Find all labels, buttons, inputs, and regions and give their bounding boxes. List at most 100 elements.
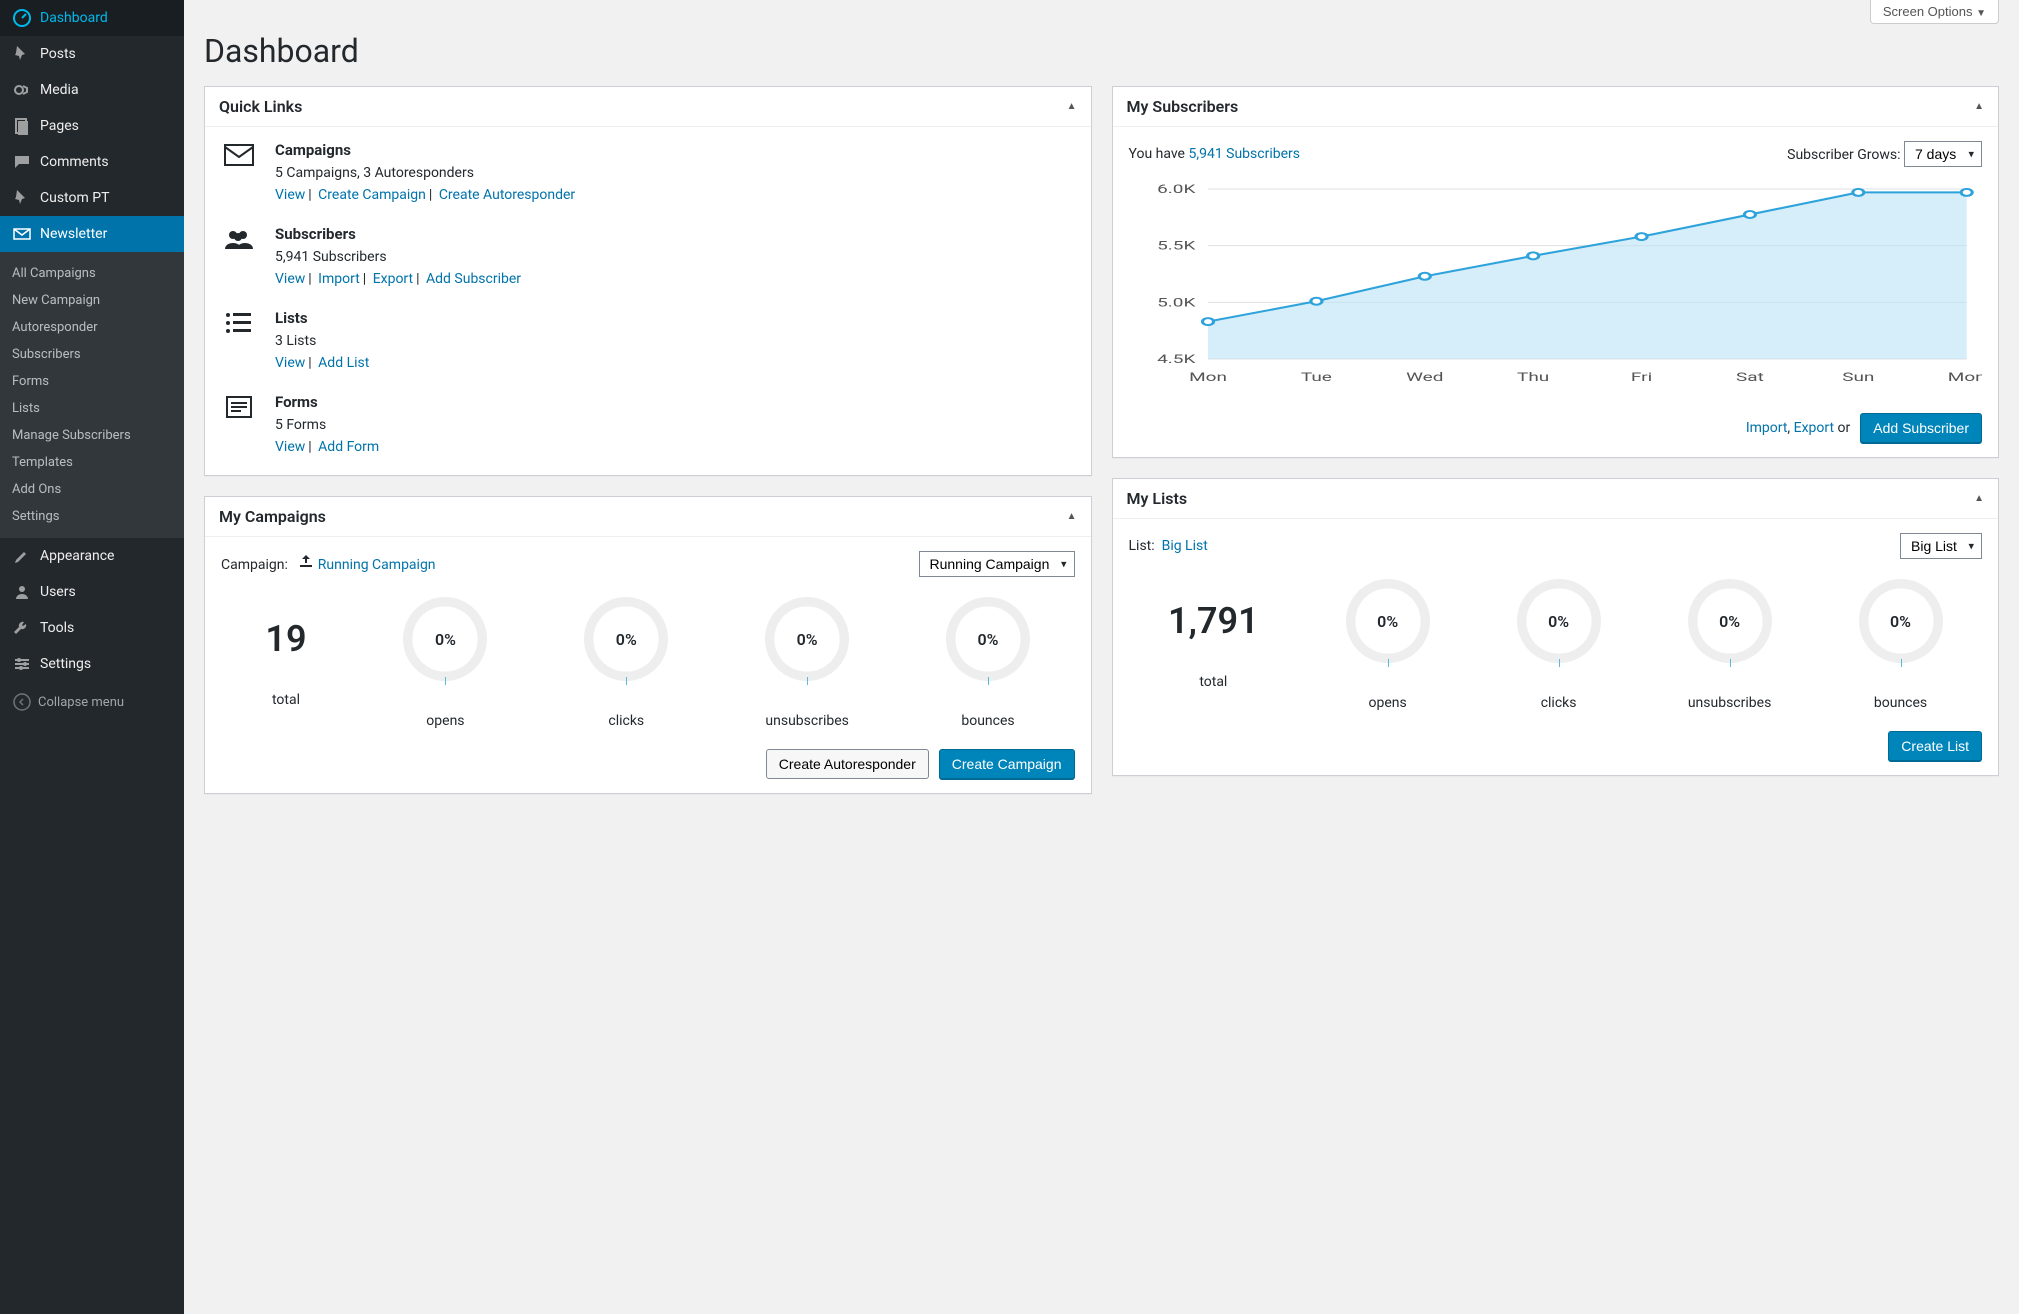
ql-subscribers-view-link[interactable]: View	[275, 271, 305, 287]
you-have-text: You have	[1129, 146, 1189, 162]
sidebar-item-settings[interactable]: Settings	[0, 646, 184, 682]
sidebar-item-tools[interactable]: Tools	[0, 610, 184, 646]
ql-forms-subtitle: 5 Forms	[275, 417, 1075, 433]
ql-subscribers-subtitle: 5,941 Subscribers	[275, 249, 1075, 265]
my-subscribers-header[interactable]: My Subscribers ▲	[1113, 87, 1999, 127]
my-subscribers-box: My Subscribers ▲ You have 5,941 Subscrib…	[1112, 86, 2000, 458]
sidebar-item-label: Tools	[40, 620, 74, 636]
current-list-link[interactable]: Big List	[1162, 538, 1208, 554]
upload-icon	[298, 557, 314, 573]
chevron-up-icon: ▲	[1974, 101, 1984, 112]
svg-text:Sat: Sat	[1736, 370, 1764, 384]
sidebar-item-label: Pages	[40, 118, 79, 134]
list-bounces-label: bounces	[1859, 695, 1943, 711]
export-link[interactable]: Export	[1794, 420, 1834, 436]
sliders-icon	[12, 654, 32, 674]
sidebar-sub-subscribers[interactable]: Subscribers	[0, 341, 184, 368]
svg-text:Sun: Sun	[1842, 370, 1874, 384]
sidebar-item-label: Appearance	[40, 548, 114, 564]
ql-export-link[interactable]: Export	[373, 271, 413, 287]
or-text: or	[1834, 420, 1850, 436]
opens-value: 0%	[435, 630, 456, 649]
my-campaigns-title: My Campaigns	[219, 507, 326, 526]
ql-forms-view-link[interactable]: View	[275, 439, 305, 455]
ql-lists: Lists 3 Lists View| Add List	[221, 309, 1075, 371]
create-campaign-button[interactable]: Create Campaign	[939, 749, 1075, 779]
create-list-button[interactable]: Create List	[1888, 731, 1982, 761]
sidebar-item-label: Newsletter	[40, 226, 107, 242]
campaign-select[interactable]: Running Campaign	[919, 551, 1075, 577]
sidebar-item-newsletter[interactable]: Newsletter	[0, 216, 184, 252]
list-bounces-gauge: 0%	[1859, 579, 1943, 663]
sidebar-item-appearance[interactable]: Appearance	[0, 538, 184, 574]
sidebar-sub-forms[interactable]: Forms	[0, 368, 184, 395]
screen-options-button[interactable]: Screen Options ▼	[1870, 0, 1999, 24]
sidebar-sub-new-campaign[interactable]: New Campaign	[0, 287, 184, 314]
unsub-label: unsubscribes	[765, 713, 849, 729]
my-lists-box: My Lists ▲ List: Big List Big List 1,791…	[1112, 478, 2000, 776]
import-link[interactable]: Import	[1746, 420, 1788, 436]
ql-create-autoresponder-link[interactable]: Create Autoresponder	[439, 187, 575, 203]
sidebar-item-label: Custom PT	[40, 190, 109, 206]
collapse-icon	[12, 692, 32, 712]
pin-icon	[12, 44, 32, 64]
sidebar-submenu: All Campaigns New Campaign Autoresponder…	[0, 252, 184, 538]
list-total-label: total	[1168, 674, 1259, 690]
comment-icon	[12, 152, 32, 172]
sidebar-item-label: Users	[40, 584, 76, 600]
add-subscriber-button[interactable]: Add Subscriber	[1860, 413, 1982, 443]
unsub-gauge: 0%	[765, 597, 849, 681]
sidebar-sub-all-campaigns[interactable]: All Campaigns	[0, 260, 184, 287]
envelope-icon	[221, 141, 257, 177]
form-icon	[221, 393, 257, 429]
my-campaigns-header[interactable]: My Campaigns ▲	[205, 497, 1091, 537]
sidebar-item-label: Posts	[40, 46, 76, 62]
svg-text:Thu: Thu	[1517, 370, 1549, 384]
ql-import-link[interactable]: Import	[318, 271, 360, 287]
collapse-menu-button[interactable]: Collapse menu	[0, 682, 184, 722]
ql-add-form-link[interactable]: Add Form	[318, 439, 379, 455]
sidebar-item-users[interactable]: Users	[0, 574, 184, 610]
subscriber-count-link[interactable]: 5,941 Subscribers	[1188, 146, 1300, 162]
ql-add-list-link[interactable]: Add List	[318, 355, 369, 371]
ql-create-campaign-link[interactable]: Create Campaign	[318, 187, 426, 203]
sidebar-item-custom-pt[interactable]: Custom PT	[0, 180, 184, 216]
sidebar-item-posts[interactable]: Posts	[0, 36, 184, 72]
quick-links-header[interactable]: Quick Links ▲	[205, 87, 1091, 127]
sidebar-sub-autoresponder[interactable]: Autoresponder	[0, 314, 184, 341]
svg-text:5.0K: 5.0K	[1157, 295, 1195, 309]
current-campaign-link[interactable]: Running Campaign	[318, 557, 436, 573]
list-bounces-value: 0%	[1890, 612, 1911, 631]
list-unsub-gauge: 0%	[1688, 579, 1772, 663]
screen-options-label: Screen Options	[1883, 4, 1973, 19]
sidebar-item-pages[interactable]: Pages	[0, 108, 184, 144]
sidebar-sub-settings[interactable]: Settings	[0, 503, 184, 530]
collapse-label: Collapse menu	[38, 695, 124, 710]
my-lists-header[interactable]: My Lists ▲	[1113, 479, 1999, 519]
svg-text:6.0K: 6.0K	[1157, 182, 1195, 196]
sidebar-item-comments[interactable]: Comments	[0, 144, 184, 180]
ql-campaigns: Campaigns 5 Campaigns, 3 Autoresponders …	[221, 141, 1075, 203]
my-campaigns-box: My Campaigns ▲ Campaign: Running Campaig…	[204, 496, 1092, 794]
ql-subscribers-title: Subscribers	[275, 225, 1075, 243]
create-autoresponder-button[interactable]: Create Autoresponder	[766, 749, 929, 779]
list-unsub-label: unsubscribes	[1688, 695, 1772, 711]
sidebar-sub-lists[interactable]: Lists	[0, 395, 184, 422]
sidebar-sub-manage-subscribers[interactable]: Manage Subscribers	[0, 422, 184, 449]
ql-add-subscriber-link[interactable]: Add Subscriber	[426, 271, 521, 287]
grows-select[interactable]: 7 days	[1904, 141, 1982, 167]
ql-lists-view-link[interactable]: View	[275, 355, 305, 371]
ql-campaigns-view-link[interactable]: View	[275, 187, 305, 203]
sidebar-sub-templates[interactable]: Templates	[0, 449, 184, 476]
list-select[interactable]: Big List	[1900, 533, 1982, 559]
sidebar-item-media[interactable]: Media	[0, 72, 184, 108]
bounces-label: bounces	[946, 713, 1030, 729]
quick-links-box: Quick Links ▲ Campaigns 5 Campaigns, 3 A…	[204, 86, 1092, 476]
list-opens-label: opens	[1346, 695, 1430, 711]
my-lists-title: My Lists	[1127, 489, 1188, 508]
media-icon	[12, 80, 32, 100]
sidebar-item-dashboard[interactable]: Dashboard	[0, 0, 184, 36]
svg-text:Fri: Fri	[1630, 370, 1651, 384]
sidebar-sub-add-ons[interactable]: Add Ons	[0, 476, 184, 503]
sidebar-item-label: Comments	[40, 154, 109, 170]
